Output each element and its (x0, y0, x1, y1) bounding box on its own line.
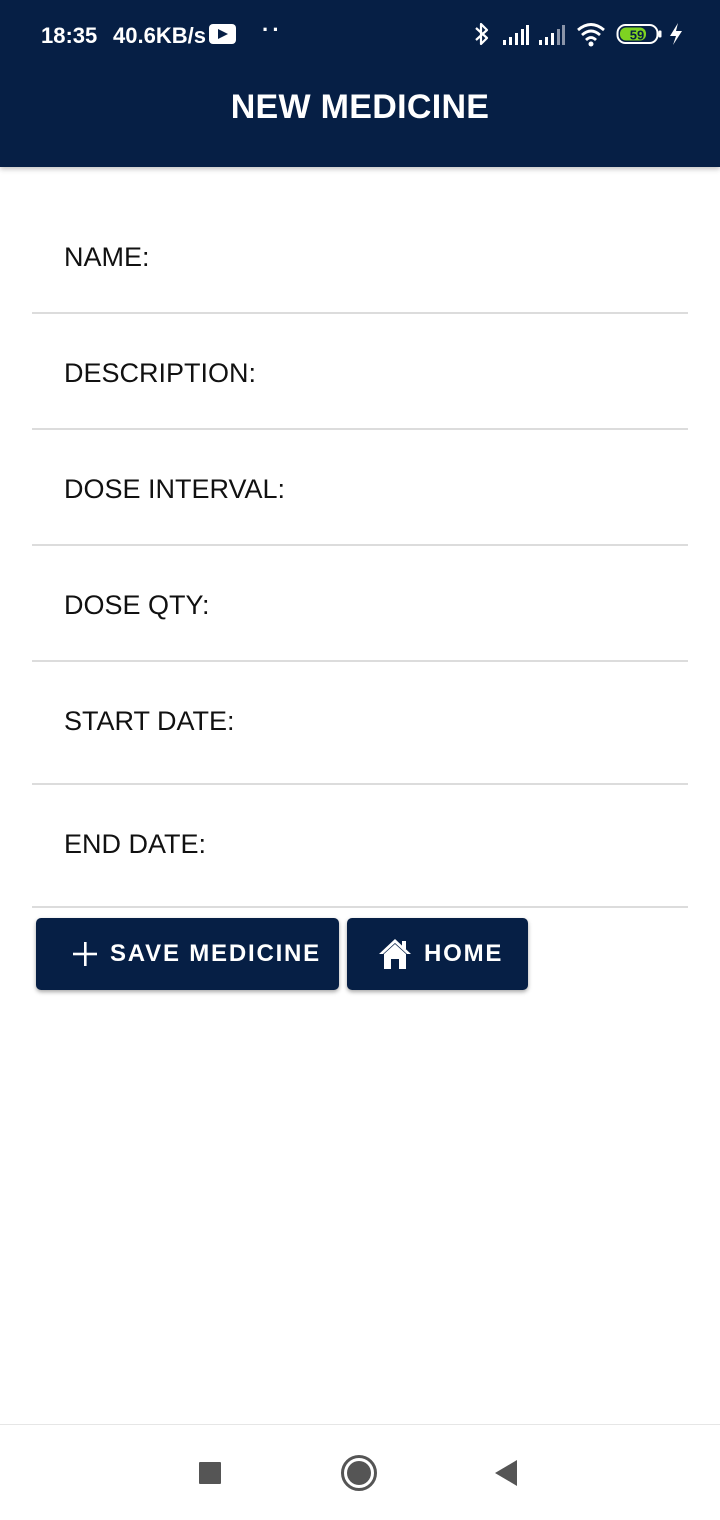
battery-icon: 59 (616, 24, 662, 44)
signal-icon-2 (539, 25, 565, 45)
end-date-label: END DATE: (64, 829, 207, 859)
name-label: NAME: (64, 242, 150, 272)
page-title: NEW MEDICINE (230, 88, 490, 126)
home-label: HOME (424, 940, 504, 967)
screen: 18:35 40.6KB/s ·· 59 NEW MEDICINE NAME: … (0, 0, 720, 1520)
back-nav-button[interactable] (458, 1425, 554, 1520)
bluetooth-icon (475, 22, 489, 46)
recents-nav-button[interactable] (162, 1425, 258, 1520)
start-date-field-row: START DATE: (32, 662, 688, 785)
description-input[interactable] (282, 350, 662, 394)
home-nav-button[interactable] (311, 1425, 407, 1520)
home-button[interactable]: HOME (347, 918, 528, 990)
name-input[interactable] (282, 234, 662, 278)
end-date-input[interactable] (282, 821, 662, 865)
start-date-input[interactable] (282, 698, 662, 742)
end-date-field-row: END DATE: (32, 785, 688, 908)
dose-interval-input[interactable] (282, 466, 662, 510)
dose-interval-field-row: DOSE INTERVAL: (32, 430, 688, 546)
status-right-icons: 59 (472, 20, 692, 50)
save-medicine-label: SAVE MEDICINE (110, 940, 321, 967)
triangle-back-icon (495, 1460, 517, 1486)
name-field-row: NAME: (32, 198, 688, 314)
home-icon (378, 938, 412, 970)
medicine-form: NAME: DESCRIPTION: DOSE INTERVAL: DOSE Q… (32, 198, 688, 908)
signal-icon (503, 25, 529, 45)
plus-icon (72, 941, 98, 967)
dose-qty-input[interactable] (282, 582, 662, 626)
dose-interval-label: DOSE INTERVAL: (64, 474, 286, 504)
dose-qty-label: DOSE QTY: (64, 590, 210, 620)
circle-icon (341, 1455, 377, 1491)
save-medicine-button[interactable]: SAVE MEDICINE (36, 918, 339, 990)
square-icon (199, 1462, 221, 1484)
dose-qty-field-row: DOSE QTY: (32, 546, 688, 662)
description-field-row: DESCRIPTION: (32, 314, 688, 430)
youtube-icon (209, 24, 236, 44)
battery-level: 59 (630, 28, 644, 43)
start-date-label: START DATE: (64, 706, 235, 736)
status-dots: ·· (262, 17, 283, 42)
description-label: DESCRIPTION: (64, 358, 257, 388)
status-bar: 18:35 40.6KB/s ·· 59 (0, 0, 720, 70)
system-nav-bar (0, 1424, 720, 1520)
app-bar: 18:35 40.6KB/s ·· 59 NEW MEDICINE (0, 0, 720, 167)
status-time: 18:35 (41, 23, 98, 48)
charging-icon (670, 23, 682, 45)
wifi-icon (577, 23, 605, 47)
status-network-speed: 40.6KB/s (113, 23, 206, 48)
